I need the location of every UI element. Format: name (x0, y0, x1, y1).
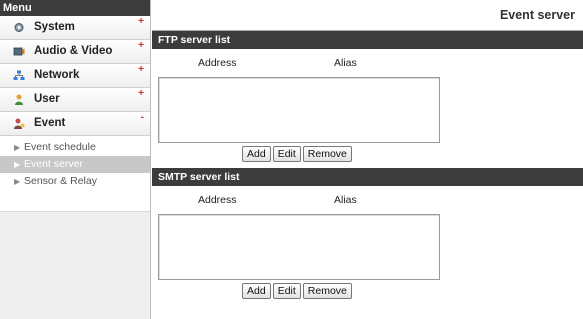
user-icon (15, 94, 23, 105)
event-icon (14, 118, 25, 129)
arrow-right-icon: ▶ (14, 143, 21, 152)
smtp-server-listbox[interactable] (158, 214, 440, 280)
expand-marker: + (138, 88, 144, 99)
menu-header: Menu (0, 0, 150, 16)
sidebar-item-user[interactable]: User + (0, 88, 150, 112)
page-title: Event server (152, 0, 583, 31)
event-submenu: ▶ Event schedule ▶ Event server ▶ Sensor… (0, 139, 150, 190)
sidebar-item-label: Network (34, 69, 80, 81)
network-icon (13, 70, 25, 80)
smtp-remove-button[interactable]: Remove (302, 283, 352, 299)
ftp-add-button[interactable]: Add (242, 146, 271, 162)
audio-video-icon (13, 47, 25, 56)
submenu-item-event-schedule[interactable]: ▶ Event schedule (0, 139, 150, 156)
address-column-header: Address (198, 57, 237, 69)
system-icon (14, 23, 24, 32)
ftp-server-listbox[interactable] (158, 77, 440, 143)
smtp-add-button[interactable]: Add (242, 283, 271, 299)
main-content: Event server FTP server list Address Ali… (152, 0, 583, 319)
sidebar-item-network[interactable]: Network + (0, 64, 150, 88)
sidebar-item-system[interactable]: System + (0, 16, 150, 40)
ftp-button-row: Add Edit Remove (242, 146, 583, 168)
ftp-column-headers: Address Alias (152, 49, 583, 77)
smtp-edit-button[interactable]: Edit (272, 283, 301, 299)
sidebar: Menu System + Audio & Video + Network + (0, 0, 151, 319)
submenu-item-label: Sensor & Relay (24, 175, 97, 187)
sidebar-item-audio-video[interactable]: Audio & Video + (0, 40, 150, 64)
ftp-section-header: FTP server list (152, 31, 583, 49)
address-column-header: Address (198, 194, 237, 206)
sidebar-item-event[interactable]: Event - (0, 112, 150, 136)
expand-marker: + (138, 16, 144, 27)
alias-column-header: Alias (334, 57, 357, 69)
sidebar-empty-area (0, 211, 150, 319)
submenu-item-label: Event schedule (24, 141, 96, 153)
submenu-item-sensor-relay[interactable]: ▶ Sensor & Relay (0, 173, 150, 190)
expand-marker: + (138, 40, 144, 51)
sidebar-item-label: User (34, 93, 60, 105)
ftp-remove-button[interactable]: Remove (302, 146, 352, 162)
collapse-marker: - (140, 112, 144, 123)
expand-marker: + (138, 64, 144, 75)
sidebar-item-label: System (34, 21, 75, 33)
smtp-section-header: SMTP server list (152, 168, 583, 186)
sidebar-item-label: Event (34, 117, 66, 129)
arrow-right-icon: ▶ (14, 177, 21, 186)
sidebar-item-label: Audio & Video (34, 45, 113, 57)
smtp-button-row: Add Edit Remove (242, 283, 583, 305)
arrow-right-icon: ▶ (14, 160, 21, 169)
ftp-edit-button[interactable]: Edit (272, 146, 301, 162)
alias-column-header: Alias (334, 194, 357, 206)
smtp-column-headers: Address Alias (152, 186, 583, 214)
submenu-item-label: Event server (24, 158, 83, 170)
submenu-item-event-server[interactable]: ▶ Event server (0, 156, 150, 173)
